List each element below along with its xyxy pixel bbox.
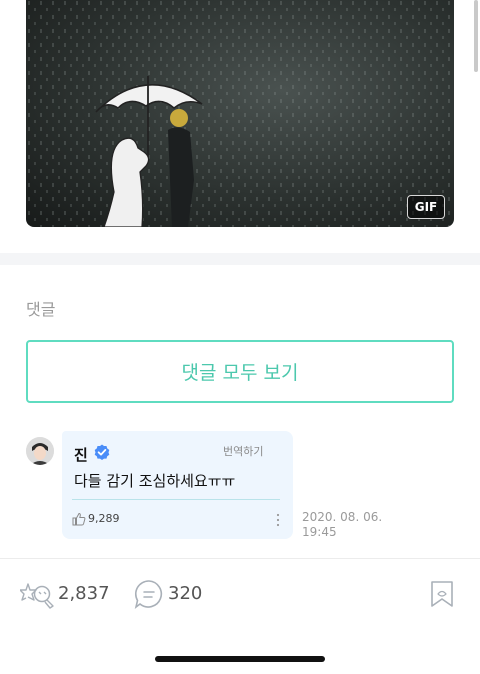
verified-badge-icon bbox=[94, 444, 110, 460]
comments-section-label: 댓글 bbox=[26, 300, 56, 319]
section-divider bbox=[0, 253, 480, 265]
footer-divider bbox=[0, 558, 480, 559]
reaction-count: 2,837 bbox=[58, 583, 110, 604]
comment-count: 320 bbox=[168, 583, 203, 604]
rain-umbrella-illustration bbox=[26, 0, 454, 227]
comment-date: 2020. 08. 06. bbox=[302, 510, 383, 524]
more-options-icon[interactable] bbox=[276, 513, 280, 527]
home-indicator bbox=[155, 656, 325, 662]
comment-timestamp: 2020. 08. 06. 19:45 bbox=[302, 510, 402, 540]
reaction-sparkle-icon[interactable] bbox=[20, 578, 56, 610]
post-gif-image[interactable]: GIF bbox=[26, 0, 454, 227]
comment-bubble-icon[interactable] bbox=[134, 579, 164, 609]
gif-badge: GIF bbox=[407, 195, 445, 219]
avatar-image bbox=[26, 437, 54, 465]
bookmark-icon[interactable] bbox=[430, 580, 454, 608]
avatar[interactable] bbox=[26, 437, 54, 465]
comment-bubble: 진 번역하기 다들 감기 조심하세요ㅠㅠ 9,289 bbox=[62, 431, 293, 539]
scrollbar-thumb[interactable] bbox=[474, 0, 478, 72]
comment-time: 19:45 bbox=[302, 525, 337, 539]
view-all-comments-button[interactable]: 댓글 모두 보기 bbox=[26, 340, 454, 403]
comment-text: 다들 감기 조심하세요ㅠㅠ bbox=[74, 472, 236, 490]
view-all-comments-label: 댓글 모두 보기 bbox=[181, 362, 299, 384]
thumbs-up-icon[interactable] bbox=[72, 512, 86, 526]
comment-divider bbox=[72, 499, 280, 500]
comment-author[interactable]: 진 bbox=[74, 444, 88, 465]
translate-link[interactable]: 번역하기 bbox=[223, 443, 263, 459]
like-count: 9,289 bbox=[88, 512, 120, 525]
